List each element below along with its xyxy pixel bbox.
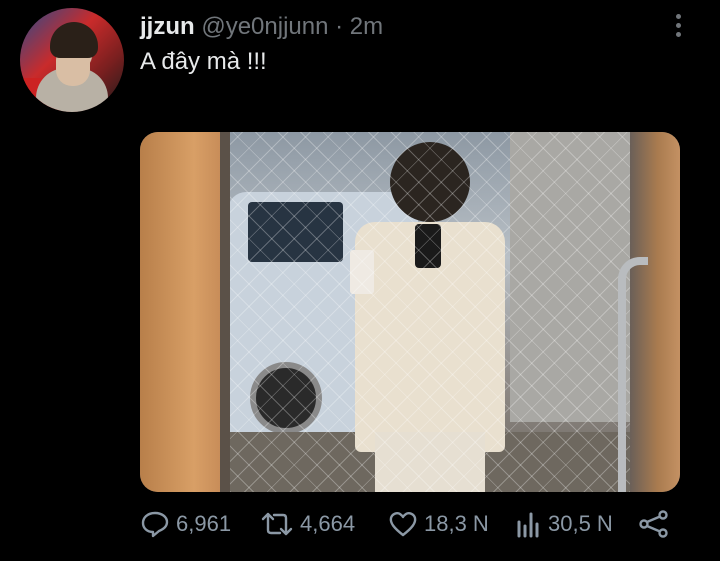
avatar[interactable] <box>20 8 124 112</box>
reply-icon <box>141 511 169 538</box>
photo-door-left <box>140 132 230 492</box>
views-icon <box>517 512 539 538</box>
photo-door-handle <box>618 257 648 492</box>
avatar-decor <box>50 22 98 58</box>
views-count: 30,5 N <box>548 511 613 536</box>
like-button[interactable]: 18,3 N <box>388 506 489 542</box>
tweet-text: A đây mà !!! <box>140 48 267 75</box>
heart-icon <box>389 512 417 537</box>
retweet-button[interactable]: 4,664 <box>260 506 355 542</box>
share-button[interactable] <box>638 506 676 542</box>
display-name[interactable]: jjzun <box>140 13 195 40</box>
tweet-header: jjzun @ye0njjunn · 2m <box>140 13 383 41</box>
photo-door-frame <box>220 132 230 492</box>
more-vertical-icon[interactable] <box>672 14 684 42</box>
tweet-time[interactable]: 2m <box>350 13 383 40</box>
reply-button[interactable]: 6,961 <box>140 506 231 542</box>
user-handle[interactable]: @ye0njjunn <box>201 13 328 40</box>
share-icon <box>639 510 668 538</box>
photo-mesh <box>230 132 630 492</box>
retweet-icon <box>261 512 293 536</box>
views-button[interactable]: 30,5 N <box>516 506 613 542</box>
like-count: 18,3 N <box>424 511 489 536</box>
action-bar: 6,961 4,664 18,3 N 30,5 N <box>140 506 680 542</box>
tweet-photo[interactable] <box>140 132 680 492</box>
separator-dot: · <box>335 13 344 40</box>
reply-count: 6,961 <box>176 511 232 536</box>
retweet-count: 4,664 <box>300 511 356 536</box>
